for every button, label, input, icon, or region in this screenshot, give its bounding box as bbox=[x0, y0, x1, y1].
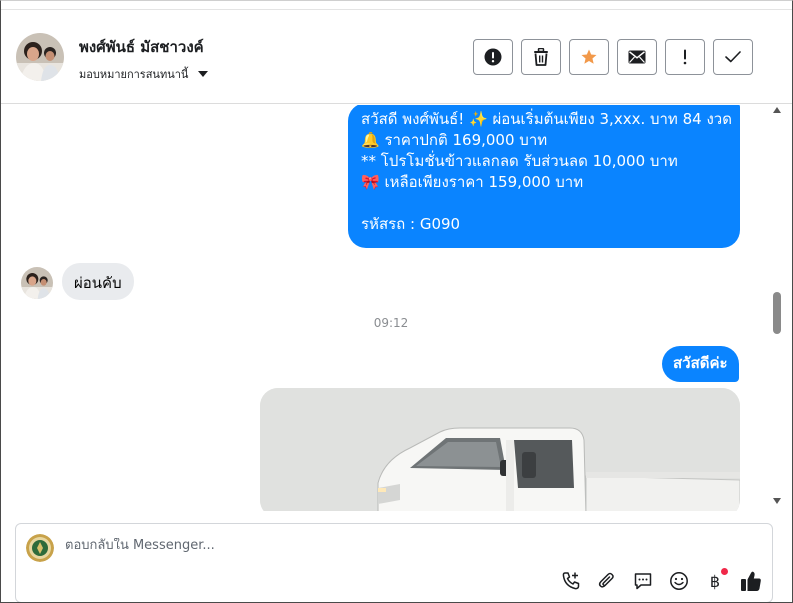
trash-icon bbox=[534, 48, 548, 66]
attachment-button[interactable] bbox=[596, 570, 618, 592]
add-call-button[interactable] bbox=[560, 570, 582, 592]
baht-payment-icon: ฿ bbox=[709, 571, 721, 591]
inbox-conversation-window: พงศ์พันธ์ มัสชาวงค์ มอบหมายการสนทนานี้ ส… bbox=[0, 0, 793, 603]
reply-input[interactable] bbox=[65, 538, 545, 553]
add-call-icon bbox=[562, 572, 580, 590]
delete-button[interactable] bbox=[521, 39, 561, 75]
attachment-icon bbox=[598, 572, 614, 588]
emoji-icon bbox=[670, 572, 688, 590]
outgoing-message-bubble[interactable]: สวัสดีค่ะ bbox=[662, 346, 739, 382]
like-button[interactable] bbox=[740, 570, 762, 592]
scrollbar-thumb[interactable] bbox=[773, 292, 781, 334]
mark-done-button[interactable] bbox=[713, 39, 753, 75]
composer-actions: ฿ bbox=[560, 568, 762, 592]
contact-avatar[interactable] bbox=[16, 33, 64, 81]
chevron-down-icon bbox=[198, 71, 209, 77]
contact-name: พงศ์พันธ์ มัสชาวงค์ bbox=[79, 38, 204, 56]
page-avatar bbox=[26, 534, 54, 562]
assign-conversation-dropdown[interactable]: มอบหมายการสนทนานี้ bbox=[79, 65, 209, 83]
truck-photo-attachment[interactable] bbox=[260, 388, 740, 511]
star-button[interactable] bbox=[569, 39, 609, 75]
conversation-header: พงศ์พันธ์ มัสชาวงค์ มอบหมายการสนทนานี้ bbox=[1, 1, 792, 104]
contact-avatar-small bbox=[21, 267, 53, 299]
promo-line: รหัสรถ : G090 bbox=[361, 215, 461, 233]
incoming-message-bubble[interactable]: ผ่อนคับ bbox=[62, 263, 134, 300]
scroll-down-arrow-icon[interactable] bbox=[772, 496, 782, 506]
thumbs-up-icon bbox=[741, 571, 761, 591]
envelope-icon bbox=[628, 50, 646, 64]
promo-line: สวัสดี พงศ์พันธ์! ✨ ผ่อนเริ่มต้นเพียง 3,… bbox=[361, 110, 732, 128]
promo-line: 🔔 ราคาปกติ 169,000 บาท bbox=[361, 131, 548, 149]
assign-conversation-label: มอบหมายการสนทนานี้ bbox=[79, 68, 189, 81]
message-thread[interactable]: สวัสดี พงศ์พันธ์! ✨ ผ่อนเริ่มต้นเพียง 3,… bbox=[1, 105, 792, 511]
emoji-button[interactable] bbox=[668, 570, 690, 592]
promo-line: ** โปรโมชั่นข้าวแลกลด รับส่วนลด 10,000 บ… bbox=[361, 152, 678, 170]
exclamation-icon bbox=[683, 49, 687, 65]
follow-up-button[interactable] bbox=[665, 39, 705, 75]
payment-button[interactable]: ฿ bbox=[704, 568, 728, 592]
message-timestamp: 09:12 bbox=[373, 316, 409, 330]
promo-message-bubble[interactable]: สวัสดี พงศ์พันธ์! ✨ ผ่อนเริ่มต้นเพียง 3,… bbox=[348, 105, 740, 248]
promo-line: 🎀 เหลือเพียงราคา 159,000 บาท bbox=[361, 173, 584, 191]
star-icon bbox=[581, 49, 597, 64]
alert-circle-icon bbox=[484, 48, 502, 66]
mark-unread-button[interactable] bbox=[617, 39, 657, 75]
conversation-toolbar bbox=[473, 39, 753, 75]
mark-spam-button[interactable] bbox=[473, 39, 513, 75]
saved-reply-icon bbox=[634, 573, 652, 590]
notification-dot bbox=[721, 568, 728, 575]
promo-line bbox=[361, 193, 728, 214]
scroll-up-arrow-icon[interactable] bbox=[772, 105, 782, 115]
check-icon bbox=[725, 51, 741, 63]
header-divider bbox=[1, 9, 792, 10]
saved-reply-button[interactable] bbox=[632, 570, 654, 592]
reply-composer: ฿ bbox=[15, 523, 773, 602]
